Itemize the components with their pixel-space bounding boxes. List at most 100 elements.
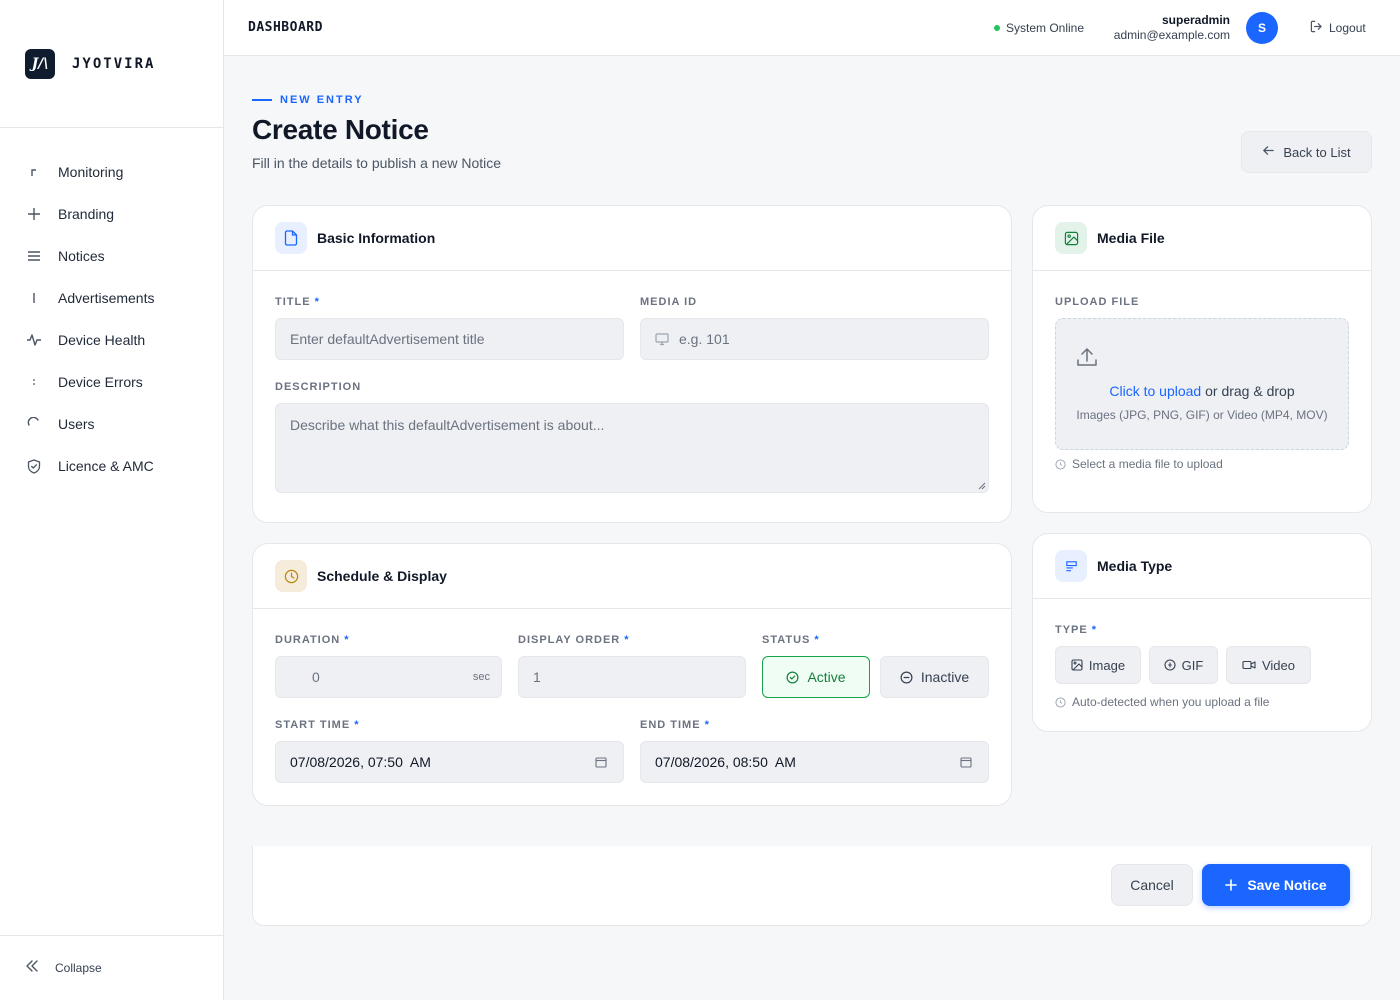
click-to-upload-link[interactable]: Click to upload — [1109, 383, 1201, 399]
brand[interactable]: J/\ JYOTVIRA — [0, 0, 223, 128]
calendar-icon[interactable] — [595, 756, 607, 768]
upload-formats: Images (JPG, PNG, GIF) or Video (MP4, MO… — [1076, 408, 1328, 422]
description-label: DESCRIPTION — [275, 381, 362, 393]
basic-information-card: Basic Information TITLE * Enter defaultAd… — [252, 205, 1012, 523]
collapse-button[interactable]: Collapse — [0, 935, 223, 1000]
sidebar-item-label: Advertisements — [58, 290, 155, 306]
system-status: System Online — [994, 21, 1084, 35]
sidebar-item-label: Branding — [58, 206, 115, 222]
upload-prompt: Click to upload or drag & drop — [1056, 383, 1348, 399]
card-title: Schedule & Display — [317, 568, 447, 584]
sidebar-item-label: Users — [58, 416, 95, 432]
save-notice-label: Save Notice — [1247, 877, 1327, 893]
back-to-list-button[interactable]: Back to List — [1241, 131, 1372, 173]
type-hint-text: Auto-detected when you upload a file — [1072, 695, 1270, 709]
header-title: DASHBOARD — [248, 20, 323, 35]
sidebar-item-licence-amc[interactable]: Licence & AMC — [0, 445, 223, 487]
back-to-list-label: Back to List — [1283, 144, 1351, 160]
display-order-label: DISPLAY ORDER * — [518, 634, 630, 646]
check-circle-icon — [786, 671, 799, 684]
form-action-bar: Cancel Save Notice — [252, 846, 1372, 926]
status-inactive-button[interactable]: Inactive — [880, 656, 989, 698]
title-input[interactable]: Enter defaultAdvertisement title — [275, 318, 624, 360]
sidebar-item-device-errors[interactable]: Device Errors — [0, 361, 223, 403]
sidebar-item-monitoring[interactable]: Monitoring — [0, 151, 223, 193]
description-textarea[interactable]: Describe what this defaultAdvertisement … — [275, 403, 989, 493]
corner-icon — [26, 164, 42, 180]
collapse-label: Collapse — [55, 961, 102, 975]
start-time-input[interactable]: 07/08/2026, 07:50 AM — [275, 741, 624, 783]
brand-name: JYOTVIRA — [72, 55, 156, 72]
duration-unit: sec — [472, 671, 490, 683]
start-time-value: 07/08/2026, 07:50 AM — [290, 754, 431, 770]
top-header: DASHBOARD System Online superadmin admin… — [224, 0, 1400, 56]
type-label: TYPE * — [1055, 624, 1098, 636]
chevrons-left-icon — [25, 959, 39, 978]
monitor-icon — [655, 332, 669, 346]
brand-logo: J/\ — [25, 48, 55, 79]
clock-hint-icon — [1055, 696, 1066, 708]
calendar-icon[interactable] — [960, 756, 972, 768]
status-active-label: Active — [807, 669, 846, 685]
card-title: Media Type — [1097, 558, 1173, 574]
sidebar-item-label: Licence & AMC — [58, 458, 154, 474]
card-header: Media Type — [1033, 534, 1371, 599]
loader-icon — [26, 416, 42, 432]
duration-input[interactable]: 0 sec — [275, 656, 502, 698]
duration-value: 0 — [312, 669, 320, 685]
end-time-label: END TIME * — [640, 719, 710, 731]
shield-check-icon — [26, 458, 42, 474]
display-order-input[interactable]: 1 — [518, 656, 746, 698]
type-image-button[interactable]: Image — [1055, 646, 1141, 684]
upload-hint-text: Select a media file to upload — [1072, 457, 1223, 471]
sidebar-item-branding[interactable]: Branding — [0, 193, 223, 235]
menu-icon — [26, 248, 42, 264]
minus-circle-icon — [900, 671, 913, 684]
end-time-value: 07/08/2026, 08:50 AM — [655, 754, 796, 770]
align-left-icon — [1055, 550, 1087, 582]
logout-icon — [1310, 20, 1323, 36]
card-header: Basic Information — [253, 206, 1011, 271]
image-icon — [1071, 659, 1083, 671]
system-status-text: System Online — [1006, 21, 1085, 35]
clock-icon — [275, 560, 307, 592]
logout-label: Logout — [1329, 21, 1366, 35]
sidebar-item-device-health[interactable]: Device Health — [0, 319, 223, 361]
status-inactive-label: Inactive — [920, 669, 970, 685]
card-header: Media File — [1033, 206, 1371, 271]
cancel-button[interactable]: Cancel — [1111, 864, 1193, 906]
avatar[interactable]: S — [1246, 12, 1278, 44]
drag-drop-text: or drag & drop — [1205, 383, 1295, 399]
media-id-input[interactable]: e.g. 101 — [640, 318, 989, 360]
eyebrow-text: NEW ENTRY — [280, 94, 364, 106]
bar-icon — [26, 290, 42, 306]
upload-icon — [1075, 345, 1099, 369]
media-type-card: Media Type TYPE * Image GIF Video Auto-de… — [1032, 533, 1372, 732]
sidebar-item-notices[interactable]: Notices — [0, 235, 223, 277]
gif-icon — [1164, 659, 1176, 671]
sidebar-item-advertisements[interactable]: Advertisements — [0, 277, 223, 319]
sidebar-item-users[interactable]: Users — [0, 403, 223, 445]
end-time-input[interactable]: 07/08/2026, 08:50 AM — [640, 741, 989, 783]
plus-icon — [26, 206, 42, 222]
title-label: TITLE * — [275, 296, 320, 308]
upload-dropzone[interactable]: Click to upload or drag & drop Images (J… — [1055, 318, 1349, 450]
card-header: Schedule & Display — [253, 544, 1011, 609]
page-subtitle: Fill in the details to publish a new Not… — [252, 155, 502, 171]
upload-hint: Select a media file to upload — [1055, 457, 1223, 471]
type-video-button[interactable]: Video — [1226, 646, 1311, 684]
sidebar-item-label: Monitoring — [58, 164, 124, 180]
sidebar-item-label: Device Errors — [58, 374, 143, 390]
user-email: admin@example.com — [1113, 28, 1230, 42]
save-notice-button[interactable]: Save Notice — [1202, 864, 1350, 906]
status-active-button[interactable]: Active — [762, 656, 870, 698]
resize-handle-icon[interactable] — [978, 482, 986, 490]
upload-file-label: UPLOAD FILE — [1055, 296, 1140, 308]
start-time-label: START TIME * — [275, 719, 360, 731]
type-image-label: Image — [1088, 657, 1126, 673]
type-gif-button[interactable]: GIF — [1149, 646, 1218, 684]
logout-button[interactable]: Logout — [1310, 20, 1366, 36]
file-icon — [275, 222, 307, 254]
user-name: superadmin — [1161, 13, 1230, 27]
plus-icon — [1225, 879, 1238, 891]
